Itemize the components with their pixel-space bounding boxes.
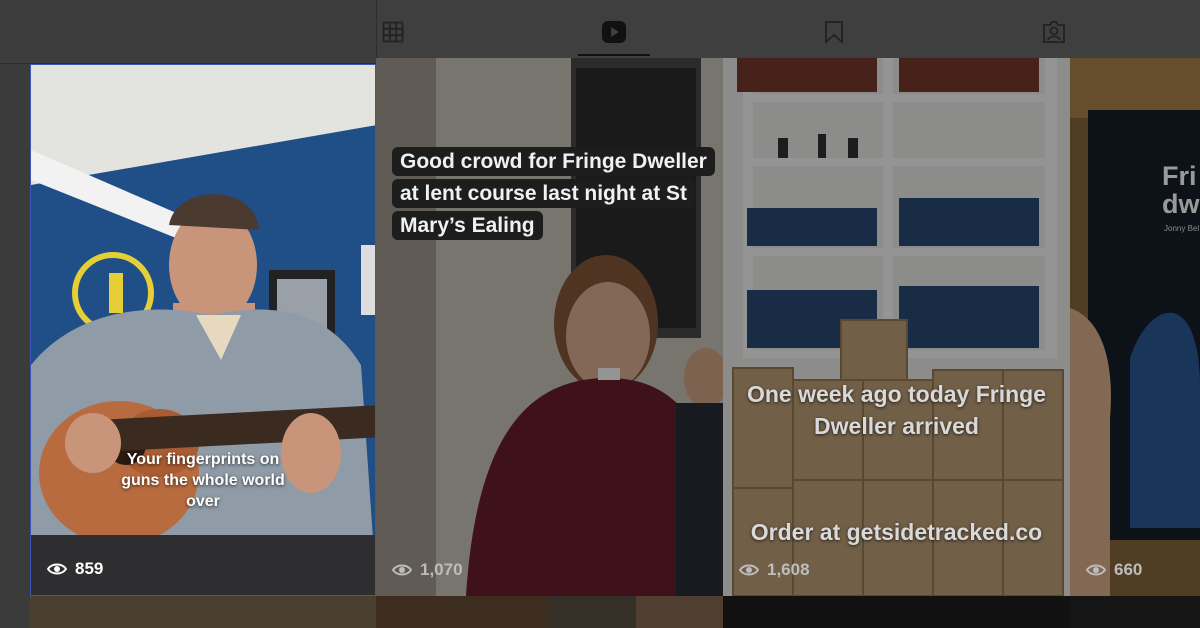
reel-2-dim-overlay bbox=[376, 58, 723, 596]
tab-posts[interactable] bbox=[373, 12, 413, 52]
reel-tile-7[interactable] bbox=[723, 596, 1070, 628]
eye-icon bbox=[739, 564, 759, 576]
eye-icon bbox=[392, 564, 412, 576]
reel-4-views: 660 bbox=[1114, 560, 1143, 579]
book-cover-author: Jonny Bel bbox=[1164, 224, 1200, 233]
reel-tile-5[interactable] bbox=[30, 596, 376, 628]
reel-tile-4[interactable]: Fri dw Jonny Bel 660 bbox=[1070, 58, 1200, 596]
reel-3-view-count: 1,608 bbox=[739, 560, 810, 580]
reel-tile-2[interactable]: Good crowd for Fringe Dweller at lent co… bbox=[376, 58, 723, 596]
eye-icon bbox=[1086, 564, 1106, 576]
grid-icon bbox=[382, 21, 404, 43]
reel-tile-8[interactable] bbox=[1070, 596, 1200, 628]
reel-3-overlay-text: One week ago today Fringe Dweller arrive… bbox=[746, 381, 1047, 439]
book-cover-title: Fri dw bbox=[1162, 161, 1200, 219]
header-left-spacer bbox=[0, 0, 376, 64]
reel-tile-3[interactable]: One week ago today Fringe Dweller arrive… bbox=[723, 58, 1070, 596]
tab-tagged[interactable] bbox=[1034, 12, 1074, 52]
reel-3-views: 1,608 bbox=[767, 560, 810, 579]
reel-1-view-count: 859 bbox=[47, 559, 103, 579]
active-tab-indicator bbox=[578, 54, 650, 56]
reel-4-dim-overlay bbox=[1070, 58, 1200, 596]
reels-play-icon bbox=[602, 21, 626, 43]
reel-thumbnail-guitarist bbox=[31, 65, 375, 595]
tab-saved[interactable] bbox=[814, 12, 854, 52]
reel-6-dim-overlay bbox=[376, 596, 723, 628]
reel-2-views: 1,070 bbox=[420, 560, 463, 579]
reel-tile-1[interactable]: Your fingerprints on guns the whole worl… bbox=[30, 64, 376, 596]
left-gutter bbox=[0, 0, 30, 628]
reel-1-views: 859 bbox=[75, 559, 104, 578]
tab-reels[interactable] bbox=[594, 12, 634, 52]
reel-1-overlay-text: Your fingerprints on guns the whole worl… bbox=[121, 451, 285, 510]
profile-tab-bar bbox=[376, 0, 1200, 58]
tagged-user-icon bbox=[1043, 21, 1065, 43]
reel-2-caption: Good crowd for Fringe Dweller at lent co… bbox=[392, 146, 715, 242]
reel-3-overlay-text-2: Order at getsidetracked.co bbox=[750, 519, 1043, 545]
reel-4-view-count: 660 bbox=[1086, 560, 1142, 580]
reel-2-view-count: 1,070 bbox=[392, 560, 463, 580]
reel-2-caption-text: Good crowd for Fringe Dweller at lent co… bbox=[392, 147, 715, 240]
bookmark-icon bbox=[825, 21, 843, 44]
reel-tile-6[interactable] bbox=[376, 596, 723, 628]
eye-icon bbox=[47, 563, 67, 575]
